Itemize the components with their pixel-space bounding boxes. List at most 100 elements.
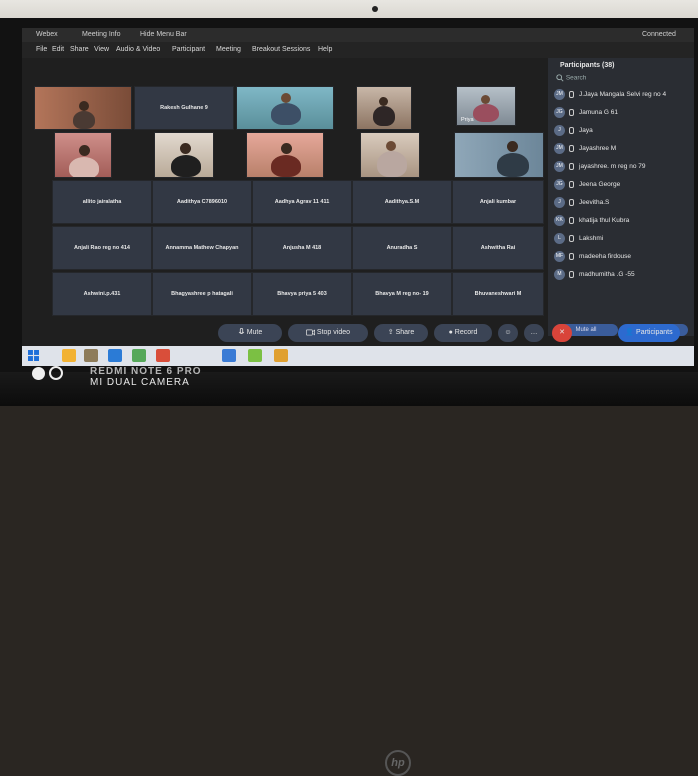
record-label: Record bbox=[454, 329, 478, 336]
participants-panel: Participants (38) Search JM J.Jaya Mangal… bbox=[548, 58, 694, 336]
reactions-button[interactable]: ☺ bbox=[498, 324, 518, 342]
browser-icon[interactable] bbox=[108, 349, 122, 362]
menu-help[interactable]: Help bbox=[318, 46, 332, 53]
participant-name: J.Jaya Mangala Selvi reg no 4 bbox=[579, 91, 667, 98]
participant-name: Jeena George bbox=[579, 181, 621, 188]
avatar: J bbox=[554, 197, 565, 208]
participant-row[interactable]: MF madeeha firdouse bbox=[554, 250, 692, 264]
tile-name: Anjusha M 418 bbox=[282, 245, 322, 251]
participant-head bbox=[180, 143, 191, 154]
video-tile[interactable]: Aadithya C7896010 bbox=[152, 180, 252, 224]
video-tile[interactable]: Anjali Rao reg no 414 bbox=[52, 226, 152, 270]
tile-name: Aadithya.S.M bbox=[384, 199, 420, 205]
avatar: JG bbox=[554, 179, 565, 190]
app-icon[interactable] bbox=[132, 349, 146, 362]
share-icon: ⇪ bbox=[387, 329, 394, 336]
meeting-info-button[interactable]: Meeting Info bbox=[82, 31, 121, 38]
menu-view[interactable]: View bbox=[94, 46, 109, 53]
participant-head bbox=[281, 93, 291, 103]
menu-audio-video[interactable]: Audio & Video bbox=[116, 46, 160, 53]
video-tile[interactable] bbox=[360, 132, 420, 178]
video-tile[interactable]: Ashwini.p.431 bbox=[52, 272, 152, 316]
menu-breakout-sessions[interactable]: Breakout Sessions bbox=[252, 46, 310, 53]
participant-row[interactable]: JG Jeena George bbox=[554, 178, 692, 192]
participant-row[interactable]: JM Jayashree M bbox=[554, 142, 692, 156]
microphone-icon bbox=[569, 127, 574, 134]
video-tile[interactable]: Bhuvaneshwari M bbox=[452, 272, 544, 316]
participant-name: khatija thul Kubra bbox=[579, 217, 630, 224]
microphone-icon bbox=[569, 181, 574, 188]
tile-name: Aadithya C7896010 bbox=[176, 199, 228, 205]
participant-row[interactable]: JG Jamuna G 61 bbox=[554, 106, 692, 120]
participant-row[interactable]: J Jaya bbox=[554, 124, 692, 138]
mute-button[interactable]: Mute bbox=[218, 324, 282, 342]
video-tile[interactable] bbox=[34, 86, 132, 130]
video-tile[interactable] bbox=[236, 86, 334, 130]
stop-video-button[interactable]: Stop video bbox=[288, 324, 368, 342]
video-tile[interactable] bbox=[154, 132, 214, 178]
avatar: JM bbox=[554, 161, 565, 172]
participant-row[interactable]: J Jeevitha.S bbox=[554, 196, 692, 210]
participant-name: madhumitha .G -55 bbox=[579, 271, 635, 278]
file-explorer-icon[interactable] bbox=[62, 349, 76, 362]
video-tile[interactable]: allito jairalatha bbox=[52, 180, 152, 224]
menu-file[interactable]: File bbox=[36, 46, 47, 53]
app-icon[interactable] bbox=[84, 349, 98, 362]
menu-edit[interactable]: Edit bbox=[52, 46, 64, 53]
record-button[interactable]: ● Record bbox=[434, 324, 492, 342]
chrome-icon[interactable] bbox=[156, 349, 170, 362]
webex-app-label[interactable]: Webex bbox=[36, 31, 58, 38]
video-tile[interactable] bbox=[356, 86, 412, 130]
video-tile[interactable]: Anuradha S bbox=[352, 226, 452, 270]
avatar: JG bbox=[554, 107, 565, 118]
participant-head bbox=[481, 95, 490, 104]
participant-body bbox=[73, 111, 95, 129]
end-call-button[interactable]: ✕ bbox=[552, 324, 572, 342]
video-tile[interactable]: Rakesh Gulhane 9 bbox=[134, 86, 234, 130]
webex-taskbar-icon[interactable] bbox=[248, 349, 262, 362]
video-tile[interactable]: Aadithya.S.M bbox=[352, 180, 452, 224]
tile-name: Aadhya Agrav 11 411 bbox=[274, 199, 330, 205]
video-tile[interactable]: Annamma Mathew Chapyan bbox=[152, 226, 252, 270]
tile-gap bbox=[412, 86, 456, 130]
menu-meeting[interactable]: Meeting bbox=[216, 46, 241, 53]
app-icon[interactable] bbox=[222, 349, 236, 362]
video-tile[interactable] bbox=[454, 132, 544, 178]
video-tile[interactable]: Anjali kumbar bbox=[452, 180, 544, 224]
participant-row[interactable]: Mmadhumitha .G -55 bbox=[554, 268, 692, 282]
video-tile[interactable]: Anjusha M 418 bbox=[252, 226, 352, 270]
tile-name: Bhuvaneshwari M bbox=[474, 291, 522, 297]
share-label: Share bbox=[395, 329, 415, 336]
app-icon[interactable] bbox=[274, 349, 288, 362]
camera-dot-icon bbox=[32, 367, 45, 380]
more-options-button[interactable]: … bbox=[524, 324, 544, 342]
participant-row[interactable]: L Lakshmi bbox=[554, 232, 692, 246]
participant-body bbox=[271, 103, 301, 125]
video-tile[interactable]: Bhagyashree p hatagali bbox=[152, 272, 252, 316]
participants-button[interactable]: 👤 Participants bbox=[618, 324, 680, 342]
windows-start-icon[interactable] bbox=[28, 350, 39, 361]
participant-row[interactable]: KK khatija thul Kubra bbox=[554, 214, 692, 228]
video-tile[interactable] bbox=[246, 132, 324, 178]
video-tile[interactable]: Aadhya Agrav 11 411 bbox=[252, 180, 352, 224]
menu-share[interactable]: Share bbox=[70, 46, 89, 53]
video-tile[interactable] bbox=[54, 132, 112, 178]
participant-row[interactable]: JM J.Jaya Mangala Selvi reg no 4 bbox=[554, 88, 692, 102]
microphone-icon bbox=[569, 91, 574, 98]
video-tile[interactable]: Bhavya M reg no- 19 bbox=[352, 272, 452, 316]
hide-menu-bar-button[interactable]: Hide Menu Bar bbox=[140, 31, 187, 38]
video-grid: Rakesh Gulhane 9 Priya allito jairalatha… bbox=[34, 86, 544, 322]
tile-name: Bhagyashree p hatagali bbox=[171, 291, 233, 297]
menu-participant[interactable]: Participant bbox=[172, 46, 205, 53]
tile-gap bbox=[336, 86, 356, 130]
record-icon: ● bbox=[448, 329, 453, 336]
windows-taskbar bbox=[22, 346, 694, 366]
participant-row[interactable]: JM jayashree. m reg no 79 bbox=[554, 160, 692, 174]
video-tile[interactable]: Ashwitha Rai bbox=[452, 226, 544, 270]
participant-body bbox=[373, 106, 395, 126]
video-tile[interactable]: Bhavya priya 5 403 bbox=[252, 272, 352, 316]
participant-search[interactable]: Search bbox=[556, 74, 686, 85]
share-button[interactable]: ⇪ Share bbox=[374, 324, 428, 342]
tile-name: Priya bbox=[461, 117, 474, 123]
video-tile[interactable]: Priya bbox=[456, 86, 516, 126]
